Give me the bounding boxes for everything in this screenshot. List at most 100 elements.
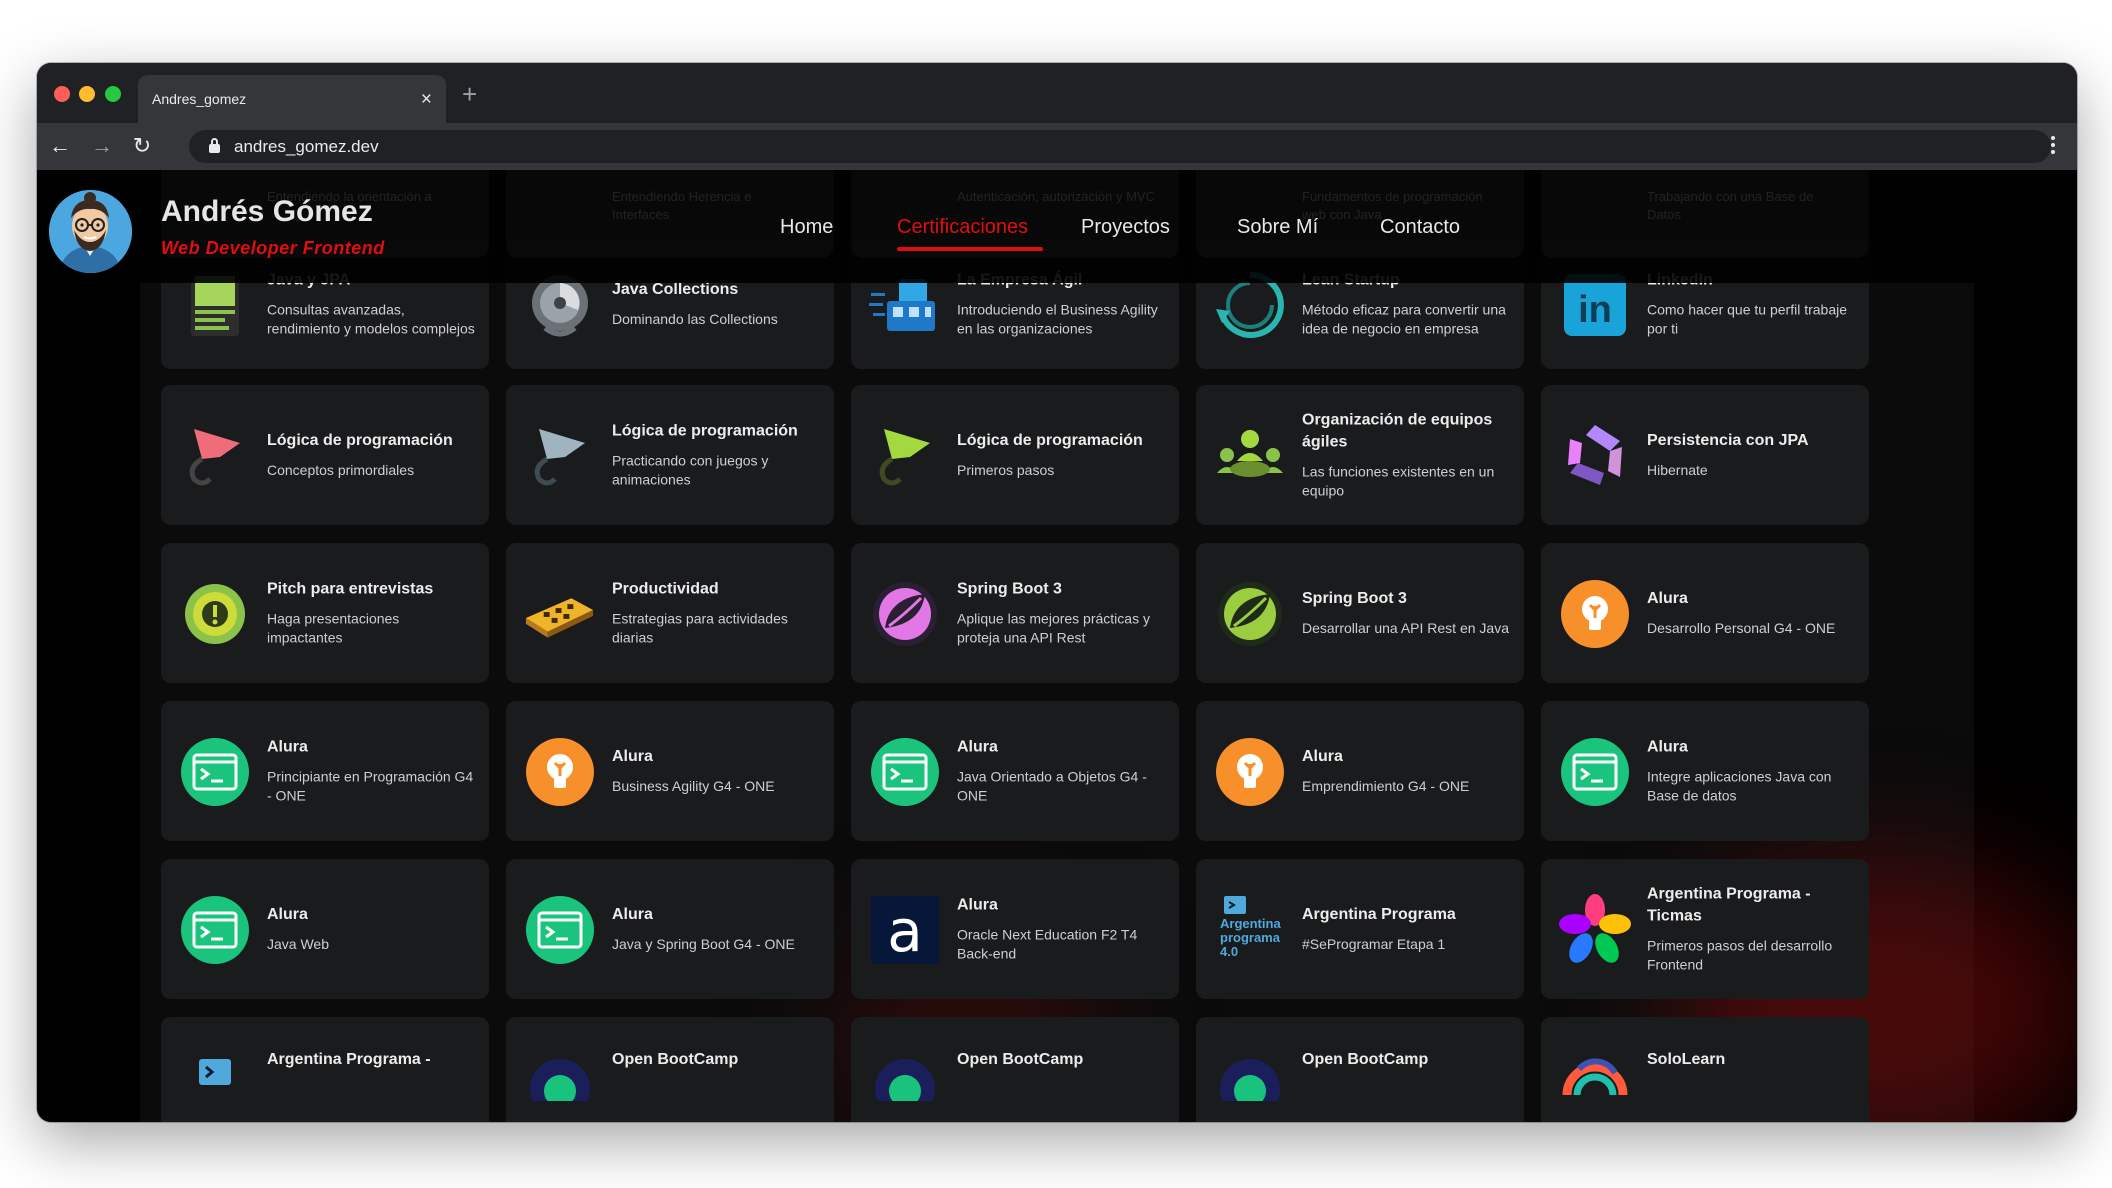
logic-blue-icon (522, 418, 597, 493)
certificate-description: Oracle Next Education F2 T4 Back-end (957, 926, 1138, 962)
argentina-terminal-icon (177, 1027, 252, 1102)
certificate-description: Conceptos primordiales (267, 462, 415, 478)
certificate-title: Lógica de programación (957, 432, 1143, 449)
certificate-title: Lógica de programación (612, 422, 798, 440)
certificate-title: Alura (1647, 738, 1688, 756)
certificate-description: Dominando las Collections (612, 311, 778, 327)
nav-certificaciones[interactable]: Certificaciones (897, 216, 1028, 239)
scrolled-card: Fundamentos de programación web con Java (1196, 170, 1524, 258)
certificate-card[interactable]: Alura Emprendimiento G4 - ONE (1196, 701, 1524, 841)
certificate-description: Estrategias para actividades diarias (612, 610, 788, 646)
lock-icon (209, 138, 220, 153)
certificate-title: Alura (1647, 590, 1688, 607)
browser-tab[interactable]: Andres_gomez × (138, 75, 446, 123)
alura-terminal-icon (1557, 734, 1632, 809)
site-owner-role: Web Developer Frontend (161, 238, 385, 258)
certificate-title: Lógica de programación (267, 432, 453, 449)
active-nav-indicator (897, 247, 1043, 251)
nav-sobre-mi[interactable]: Sobre Mí (1237, 216, 1318, 239)
certificate-card[interactable]: Alura Business Agility G4 - ONE (506, 701, 834, 841)
nav-contacto[interactable]: Contacto (1380, 216, 1460, 239)
tab-title: Andres_gomez (152, 91, 247, 107)
back-button[interactable]: ← (45, 131, 75, 161)
certificate-description: Las funciones existentes en un equipo (1302, 463, 1495, 499)
address-bar[interactable]: andres_gomez.dev (189, 130, 2051, 163)
certificate-card[interactable]: Argentina programa 4.0 Argentina Programa #S… (1196, 859, 1524, 999)
openbootcamp-icon (867, 1027, 942, 1102)
avatar (49, 190, 132, 273)
reload-button[interactable]: ↻ (127, 131, 157, 161)
forward-button[interactable]: → (87, 131, 117, 161)
certificate-card[interactable]: Spring Boot 3 Aplique las mejores práctic… (851, 543, 1179, 683)
certificate-title: Alura (612, 906, 653, 923)
ticmas-flower-icon (1557, 892, 1632, 967)
certificate-description: Consultas avanzadas, rendimiento y model… (267, 301, 475, 337)
certificate-title: Spring Boot 3 (1302, 590, 1407, 607)
spring-purple-icon (867, 576, 942, 651)
certificate-title: Argentina Programa - Ticmas (1647, 885, 1811, 925)
argentina-programa-icon: Argentina programa 4.0 (1212, 892, 1287, 967)
certificate-card[interactable]: Lógica de programación Practicando con ju… (506, 385, 834, 525)
certificate-card[interactable]: Persistencia con JPA Hibernate (1541, 385, 1869, 525)
team-icon (1212, 418, 1287, 493)
certificate-card[interactable]: Spring Boot 3 Desarrollar una API Rest en… (1196, 543, 1524, 683)
certificate-title: Open BootCamp (1302, 1051, 1429, 1068)
certificate-title: Spring Boot 3 (957, 580, 1062, 598)
spring-green-icon (1212, 576, 1287, 651)
certificate-description: Haga presentaciones impactantes (267, 610, 400, 646)
certificate-card[interactable]: Lógica de programación Primeros pasos (851, 385, 1179, 525)
browser-toolbar: ← → ↻ andres_gomez.dev (37, 123, 2077, 170)
close-tab-icon[interactable]: × (421, 90, 432, 109)
maximize-window-button[interactable] (105, 86, 121, 102)
certificate-card[interactable]: Alura Desarrollo Personal G4 - ONE (1541, 543, 1869, 683)
certificate-description: Aplique las mejores prácticas y proteja … (957, 610, 1150, 646)
certificate-card[interactable]: Open BootCamp (506, 1017, 834, 1122)
productivity-icon (522, 576, 597, 651)
nav-proyectos[interactable]: Proyectos (1081, 216, 1170, 239)
certificate-card[interactable]: Argentina Programa - (161, 1017, 489, 1122)
certificate-title: Alura (267, 738, 308, 756)
certificate-description: Integre aplicaciones Java con Base de da… (1647, 768, 1832, 804)
certificate-card[interactable]: Pitch para entrevistas Haga presentacione… (161, 543, 489, 683)
certificate-card[interactable]: Open BootCamp (1196, 1017, 1524, 1122)
svg-text:in: in (1578, 289, 1612, 331)
certificate-description: Desarrollar una API Rest en Java (1302, 620, 1509, 636)
certificate-card[interactable]: Alura Java y Spring Boot G4 - ONE (506, 859, 834, 999)
certificate-title: Alura (957, 738, 998, 756)
certificate-card[interactable]: Open BootCamp (851, 1017, 1179, 1122)
certificate-card[interactable]: Alura Java Web (161, 859, 489, 999)
certificate-description: Hibernate (1647, 462, 1708, 478)
nav-home[interactable]: Home (780, 216, 833, 239)
certificate-card[interactable]: Alura Integre aplicaciones Java con Base … (1541, 701, 1869, 841)
browser-menu-icon[interactable] (2051, 136, 2055, 154)
alura-bulb-icon (522, 734, 597, 809)
svg-text:programa: programa (1220, 930, 1281, 945)
certificate-description: Desarrollo Personal G4 - ONE (1647, 620, 1836, 636)
logic-pink-icon (177, 418, 252, 493)
scrolled-card-text: Autenticación, autorización y MVC (957, 189, 1155, 204)
alura-terminal-icon (177, 892, 252, 967)
certificate-description: Java y Spring Boot G4 - ONE (612, 936, 795, 952)
certificate-card[interactable]: Argentina Programa - Ticmas Primeros paso… (1541, 859, 1869, 999)
pitch-icon (177, 576, 252, 651)
scrolled-card-text: Trabajando con una Base de Datos (1647, 189, 1814, 222)
minimize-window-button[interactable] (79, 86, 95, 102)
certificate-card[interactable]: Alura Java Orientado a Objetos G4 - ONE (851, 701, 1179, 841)
certificate-card[interactable]: Organización de equipos ágiles Las funcio… (1196, 385, 1524, 525)
certificate-description: Java Orientado a Objetos G4 - ONE (957, 768, 1147, 804)
scrolled-card: Trabajando con una Base de Datos (1541, 170, 1869, 258)
certificate-card[interactable]: Lógica de programación Conceptos primordi… (161, 385, 489, 525)
certificate-card[interactable]: Alura Principiante en Programación G4 - O… (161, 701, 489, 841)
certificate-card[interactable]: SoloLearn (1541, 1017, 1869, 1122)
certificate-card[interactable]: Productividad Estrategias para actividade… (506, 543, 834, 683)
certificate-card[interactable]: a Alura Oracle Next Education F2 T4 Back-e… (851, 859, 1179, 999)
certificate-title: Argentina Programa (1302, 906, 1456, 923)
certificate-description: Primeros pasos (957, 462, 1055, 478)
alura-terminal-icon (522, 892, 597, 967)
certificate-title: Argentina Programa - (267, 1051, 431, 1068)
alura-logo-icon: a (867, 892, 942, 967)
alura-bulb-icon (1557, 576, 1632, 651)
close-window-button[interactable] (54, 86, 70, 102)
new-tab-button[interactable]: + (462, 81, 477, 107)
site-header: Entendiendo la orientación a Entendiendo … (37, 170, 2077, 283)
